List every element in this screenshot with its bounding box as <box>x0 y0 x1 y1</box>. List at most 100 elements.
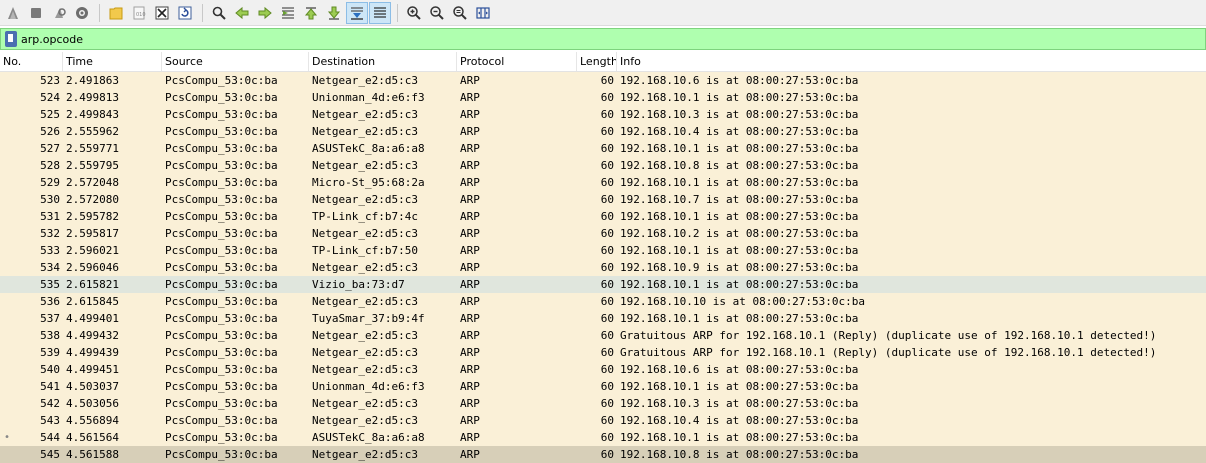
packet-number: 537 <box>40 312 60 325</box>
packet-row[interactable]: 542 4.503056 PcsCompu_53:0c:ba Netgear_e2:d… <box>0 395 1206 412</box>
packet-length: 60 <box>600 312 614 325</box>
packet-info: 192.168.10.1 is at 08:00:27:53:0c:ba <box>620 210 859 223</box>
start-capture-button[interactable] <box>2 2 24 24</box>
packet-protocol: ARP <box>460 295 480 308</box>
packet-info: 192.168.10.8 is at 08:00:27:53:0c:ba <box>620 448 859 461</box>
reload-file-button[interactable] <box>174 2 196 24</box>
display-filter-input[interactable] <box>21 32 1205 46</box>
open-file-button[interactable] <box>105 2 127 24</box>
packet-destination: Netgear_e2:d5:c3 <box>312 295 418 308</box>
packet-row[interactable]: 540 4.499451 PcsCompu_53:0c:ba Netgear_e2:d… <box>0 361 1206 378</box>
packet-number: 542 <box>40 397 60 410</box>
packet-time: 4.499439 <box>66 346 119 359</box>
packet-info: 192.168.10.1 is at 08:00:27:53:0c:ba <box>620 142 859 155</box>
packet-protocol: ARP <box>460 363 480 376</box>
packet-protocol: ARP <box>460 159 480 172</box>
display-filter-bar <box>0 28 1206 50</box>
go-back-button[interactable] <box>231 2 253 24</box>
packet-source: PcsCompu_53:0c:ba <box>165 312 278 325</box>
packet-length: 60 <box>600 278 614 291</box>
packet-destination: Netgear_e2:d5:c3 <box>312 125 418 138</box>
packet-row[interactable]: 527 2.559771 PcsCompu_53:0c:ba ASUSTekC_8a:… <box>0 140 1206 157</box>
close-file-button[interactable] <box>151 2 173 24</box>
toolbar-separator <box>202 3 203 22</box>
packet-row[interactable]: 537 4.499401 PcsCompu_53:0c:ba TuyaSmar_37:… <box>0 310 1206 327</box>
save-file-button[interactable]: 010 <box>128 2 150 24</box>
packet-row[interactable]: 536 2.615845 PcsCompu_53:0c:ba Netgear_e2:d… <box>0 293 1206 310</box>
packet-number: 527 <box>40 142 60 155</box>
packet-row[interactable]: 534 2.596046 PcsCompu_53:0c:ba Netgear_e2:d… <box>0 259 1206 276</box>
packet-source: PcsCompu_53:0c:ba <box>165 108 278 121</box>
packet-row[interactable]: 538 4.499432 PcsCompu_53:0c:ba Netgear_e2:d… <box>0 327 1206 344</box>
packet-row[interactable]: 523 2.491863 PcsCompu_53:0c:ba Netgear_e2:d… <box>0 72 1206 89</box>
packet-info: 192.168.10.10 is at 08:00:27:53:0c:ba <box>620 295 866 308</box>
capture-options-icon <box>76 6 88 19</box>
restart-capture-button[interactable] <box>48 2 70 24</box>
packet-number: 530 <box>40 193 60 206</box>
resize-columns-button[interactable] <box>472 2 494 24</box>
packet-row[interactable]: • 544 4.561564 PcsCompu_53:0c:ba ASUSTekC_8a… <box>0 429 1206 446</box>
go-first-packet-button[interactable] <box>300 2 322 24</box>
packet-row[interactable]: 530 2.572080 PcsCompu_53:0c:ba Netgear_e2:d… <box>0 191 1206 208</box>
packet-length: 60 <box>600 74 614 87</box>
packet-destination: ASUSTekC_8a:a6:a8 <box>312 431 425 444</box>
go-to-packet-button[interactable] <box>277 2 299 24</box>
packet-row[interactable]: 539 4.499439 PcsCompu_53:0c:ba Netgear_e2:d… <box>0 344 1206 361</box>
packet-time: 2.491863 <box>66 74 119 87</box>
packet-length: 60 <box>600 448 614 461</box>
zoom-in-button[interactable] <box>403 2 425 24</box>
packet-row[interactable]: 541 4.503037 PcsCompu_53:0c:ba Unionman_4d:… <box>0 378 1206 395</box>
packet-info: 192.168.10.1 is at 08:00:27:53:0c:ba <box>620 312 859 325</box>
packet-info: 192.168.10.1 is at 08:00:27:53:0c:ba <box>620 278 859 291</box>
packet-source: PcsCompu_53:0c:ba <box>165 91 278 104</box>
packet-info: 192.168.10.4 is at 08:00:27:53:0c:ba <box>620 414 859 427</box>
packet-time: 2.615821 <box>66 278 119 291</box>
packet-destination: Netgear_e2:d5:c3 <box>312 108 418 121</box>
packet-row[interactable]: 529 2.572048 PcsCompu_53:0c:ba Micro-St_95:… <box>0 174 1206 191</box>
zoom-out-button[interactable] <box>426 2 448 24</box>
packet-row[interactable]: 526 2.555962 PcsCompu_53:0c:ba Netgear_e2:d… <box>0 123 1206 140</box>
column-header-time[interactable]: Time <box>63 52 162 71</box>
packet-row[interactable]: 535 2.615821 PcsCompu_53:0c:ba Vizio_ba:73:… <box>0 276 1206 293</box>
packet-source: PcsCompu_53:0c:ba <box>165 74 278 87</box>
column-header-info[interactable]: Info <box>617 52 1206 71</box>
go-forward-button[interactable] <box>254 2 276 24</box>
colorize-button[interactable] <box>369 1 391 24</box>
packet-row[interactable]: 543 4.556894 PcsCompu_53:0c:ba Netgear_e2:d… <box>0 412 1206 429</box>
packet-destination: TP-Link_cf:b7:4c <box>312 210 418 223</box>
column-header-destination[interactable]: Destination <box>309 52 457 71</box>
column-header-length[interactable]: Length <box>577 52 617 71</box>
go-last-packet-button[interactable] <box>323 2 345 24</box>
find-packet-button[interactable] <box>208 2 230 24</box>
capture-options-button[interactable] <box>71 2 93 24</box>
open-file-icon <box>109 7 123 19</box>
packet-row[interactable]: 531 2.595782 PcsCompu_53:0c:ba TP-Link_cf:b… <box>0 208 1206 225</box>
packet-row[interactable]: 545 4.561588 PcsCompu_53:0c:ba Netgear_e2:d… <box>0 446 1206 463</box>
reload-file-icon <box>178 6 192 19</box>
packet-protocol: ARP <box>460 261 480 274</box>
zoom-in-icon <box>407 5 421 20</box>
packet-destination: Netgear_e2:d5:c3 <box>312 397 418 410</box>
packet-row[interactable]: 533 2.596021 PcsCompu_53:0c:ba TP-Link_cf:b… <box>0 242 1206 259</box>
packet-destination: Unionman_4d:e6:f3 <box>312 380 425 393</box>
packet-row[interactable]: 528 2.559795 PcsCompu_53:0c:ba Netgear_e2:d… <box>0 157 1206 174</box>
go-back-icon <box>235 6 249 19</box>
packet-protocol: ARP <box>460 142 480 155</box>
packet-row[interactable]: 525 2.499843 PcsCompu_53:0c:ba Netgear_e2:d… <box>0 106 1206 123</box>
packet-source: PcsCompu_53:0c:ba <box>165 346 278 359</box>
packet-source: PcsCompu_53:0c:ba <box>165 363 278 376</box>
packet-row[interactable]: 532 2.595817 PcsCompu_53:0c:ba Netgear_e2:d… <box>0 225 1206 242</box>
packet-row[interactable]: 524 2.499813 PcsCompu_53:0c:ba Unionman_4d:… <box>0 89 1206 106</box>
packet-info: 192.168.10.2 is at 08:00:27:53:0c:ba <box>620 227 859 240</box>
zoom-normal-button[interactable] <box>449 2 471 24</box>
packet-time: 4.499451 <box>66 363 119 376</box>
auto-scroll-button[interactable] <box>346 1 368 24</box>
packet-protocol: ARP <box>460 244 480 257</box>
packet-time: 4.499401 <box>66 312 119 325</box>
bookmark-icon[interactable] <box>5 31 17 47</box>
svg-text:010: 010 <box>136 12 146 18</box>
column-header-source[interactable]: Source <box>162 52 309 71</box>
stop-capture-button[interactable] <box>25 2 47 24</box>
column-header-protocol[interactable]: Protocol <box>457 52 577 71</box>
column-header-no[interactable]: No. <box>0 52 63 71</box>
